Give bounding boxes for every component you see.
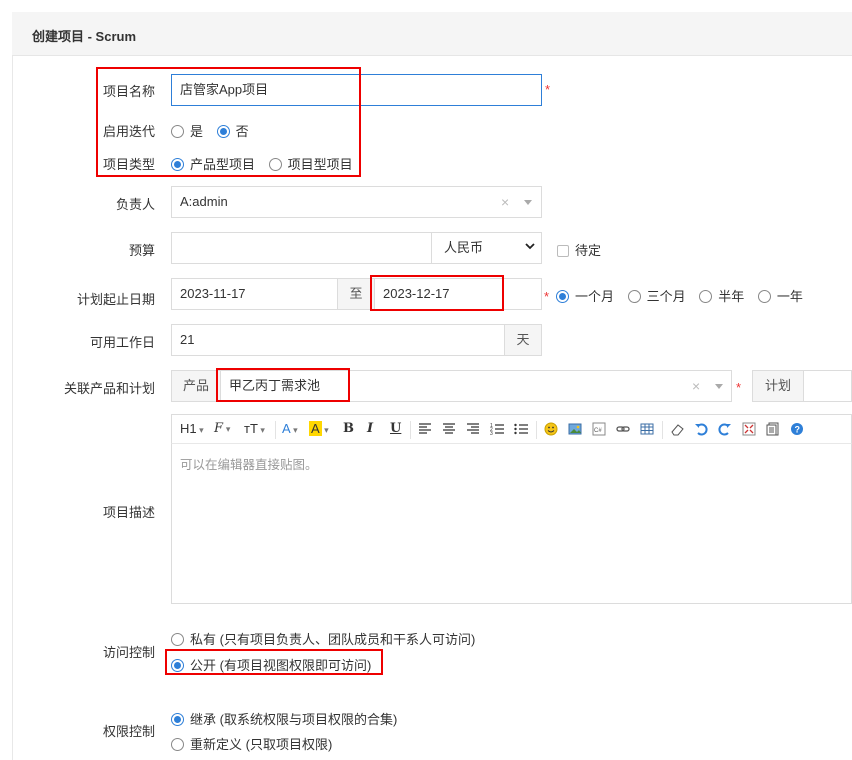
product-prefix: 产品 <box>171 370 221 402</box>
product-label: 关联产品和计划 <box>63 381 155 396</box>
radio-checked-icon[interactable] <box>171 659 184 672</box>
page-title: 创建项目 - Scrum <box>32 29 137 44</box>
duration-option[interactable]: 半年 <box>699 289 744 304</box>
workdays-input[interactable]: 21 <box>171 324 505 356</box>
type-product-option[interactable]: 产品型项目 <box>171 157 255 172</box>
code-icon[interactable]: C# <box>592 422 606 436</box>
svg-text:?: ? <box>795 425 801 435</box>
emoji-icon[interactable] <box>544 422 558 436</box>
underline-button[interactable]: U <box>390 421 401 437</box>
chevron-down-icon[interactable] <box>524 240 536 252</box>
name-label: 项目名称 <box>102 84 155 99</box>
font-color-button[interactable]: A ▾ <box>282 421 298 438</box>
toolbar-separator <box>536 421 537 439</box>
editor-toolbar: H1 ▾ F ▾ тT ▾ A ▾ A ▾ B I U 123 C# ? <box>171 414 852 444</box>
bold-button[interactable]: B <box>343 421 354 437</box>
page-header: 创建项目 - Scrum <box>12 12 852 56</box>
type-radio-group: 产品型项目 项目型项目 <box>171 154 353 173</box>
required-marker: * <box>736 380 742 395</box>
svg-text:C#: C# <box>594 428 602 434</box>
checkbox-icon[interactable] <box>557 245 569 257</box>
align-right-icon[interactable] <box>466 422 480 436</box>
background-color-button[interactable]: A ▾ <box>309 421 329 438</box>
unordered-list-icon[interactable] <box>514 422 528 436</box>
duration-option[interactable]: 三个月 <box>627 289 686 304</box>
plan-prefix: 计划 <box>752 370 804 402</box>
budget-tbd-checkbox[interactable]: 待定 <box>557 240 601 259</box>
iteration-yes-option[interactable]: 是 <box>171 124 203 139</box>
type-project-option[interactable]: 项目型项目 <box>268 157 353 172</box>
table-icon[interactable] <box>640 422 654 436</box>
start-date-input[interactable]: 2023-11-17 <box>171 278 338 310</box>
description-label: 项目描述 <box>102 505 155 520</box>
plan-select[interactable] <box>803 370 852 402</box>
access-label: 访问控制 <box>102 645 155 660</box>
workdays-unit: 天 <box>504 324 542 356</box>
radio-icon[interactable] <box>699 290 713 303</box>
help-icon[interactable]: ? <box>790 422 804 436</box>
workdays-label: 可用工作日 <box>89 335 155 350</box>
clear-icon[interactable]: × <box>501 194 509 210</box>
access-public-option[interactable]: 公开 (有项目视图权限即可访问) <box>171 655 371 674</box>
redo-icon[interactable] <box>718 422 732 436</box>
access-private-option[interactable]: 私有 (只有项目负责人、团队成员和干系人可访问) <box>171 629 475 648</box>
chevron-down-icon[interactable] <box>524 200 532 205</box>
date-range-separator: 至 <box>337 278 375 310</box>
italic-button[interactable]: I <box>367 421 373 437</box>
currency-value: 人民币 <box>444 240 484 255</box>
toolbar-separator <box>275 421 276 439</box>
required-marker: * <box>545 82 551 97</box>
eraser-icon[interactable] <box>670 422 684 436</box>
permission-inherit-option[interactable]: 继承 (取系统权限与项目权限的合集) <box>171 709 397 728</box>
image-icon[interactable] <box>568 422 582 436</box>
clear-icon[interactable]: × <box>692 378 700 394</box>
fullscreen-icon[interactable] <box>742 422 756 436</box>
type-label: 项目类型 <box>102 157 155 172</box>
description-editor[interactable]: 可以在编辑器直接贴图。 <box>171 444 852 604</box>
template-icon[interactable] <box>766 422 780 436</box>
budget-label: 预算 <box>128 243 155 258</box>
ordered-list-icon[interactable]: 123 <box>490 422 504 437</box>
iteration-label: 启用迭代 <box>102 124 155 139</box>
radio-icon[interactable] <box>171 633 184 646</box>
chevron-down-icon[interactable] <box>715 384 723 389</box>
permission-redefine-option[interactable]: 重新定义 (只取项目权限) <box>171 734 332 753</box>
heading-button[interactable]: H1 ▾ <box>180 421 204 438</box>
duration-option[interactable]: 一年 <box>757 289 803 304</box>
font-family-button[interactable]: F ▾ <box>214 421 230 438</box>
radio-icon[interactable] <box>268 158 282 171</box>
svg-text:3: 3 <box>490 431 493 436</box>
owner-label: 负责人 <box>115 197 155 212</box>
radio-checked-icon[interactable] <box>171 713 184 726</box>
duration-radio-group: 一个月 三个月 半年 一年 <box>556 286 803 305</box>
required-marker: * <box>544 289 550 304</box>
radio-icon[interactable] <box>627 290 641 303</box>
font-size-button[interactable]: тT ▾ <box>244 421 265 438</box>
iteration-radio-group: 是 否 <box>171 121 249 140</box>
owner-select[interactable]: A:admin <box>171 186 542 218</box>
product-select[interactable]: 甲乙丙丁需求池 <box>220 370 732 402</box>
project-name-input[interactable]: 店管家App项目 <box>171 74 542 106</box>
product-value: 甲乙丙丁需求池 <box>229 378 321 393</box>
duration-option[interactable]: 一个月 <box>556 289 614 304</box>
dates-label: 计划起止日期 <box>76 292 155 307</box>
link-icon[interactable] <box>616 422 630 436</box>
undo-icon[interactable] <box>694 422 708 436</box>
budget-input[interactable] <box>171 232 432 264</box>
end-date-input[interactable]: 2023-12-17 <box>374 278 542 310</box>
permission-label: 权限控制 <box>102 724 155 739</box>
toolbar-separator <box>410 421 411 439</box>
align-left-icon[interactable] <box>418 422 432 436</box>
radio-checked-icon[interactable] <box>556 290 569 303</box>
editor-placeholder: 可以在编辑器直接贴图。 <box>180 458 318 472</box>
toolbar-separator <box>662 421 663 439</box>
radio-icon[interactable] <box>171 125 184 138</box>
radio-checked-icon[interactable] <box>216 125 230 138</box>
owner-value: A:admin <box>180 194 228 209</box>
iteration-no-option[interactable]: 否 <box>216 124 249 139</box>
radio-checked-icon[interactable] <box>171 158 184 171</box>
radio-icon[interactable] <box>171 738 184 751</box>
align-center-icon[interactable] <box>442 422 456 436</box>
radio-icon[interactable] <box>757 290 771 303</box>
